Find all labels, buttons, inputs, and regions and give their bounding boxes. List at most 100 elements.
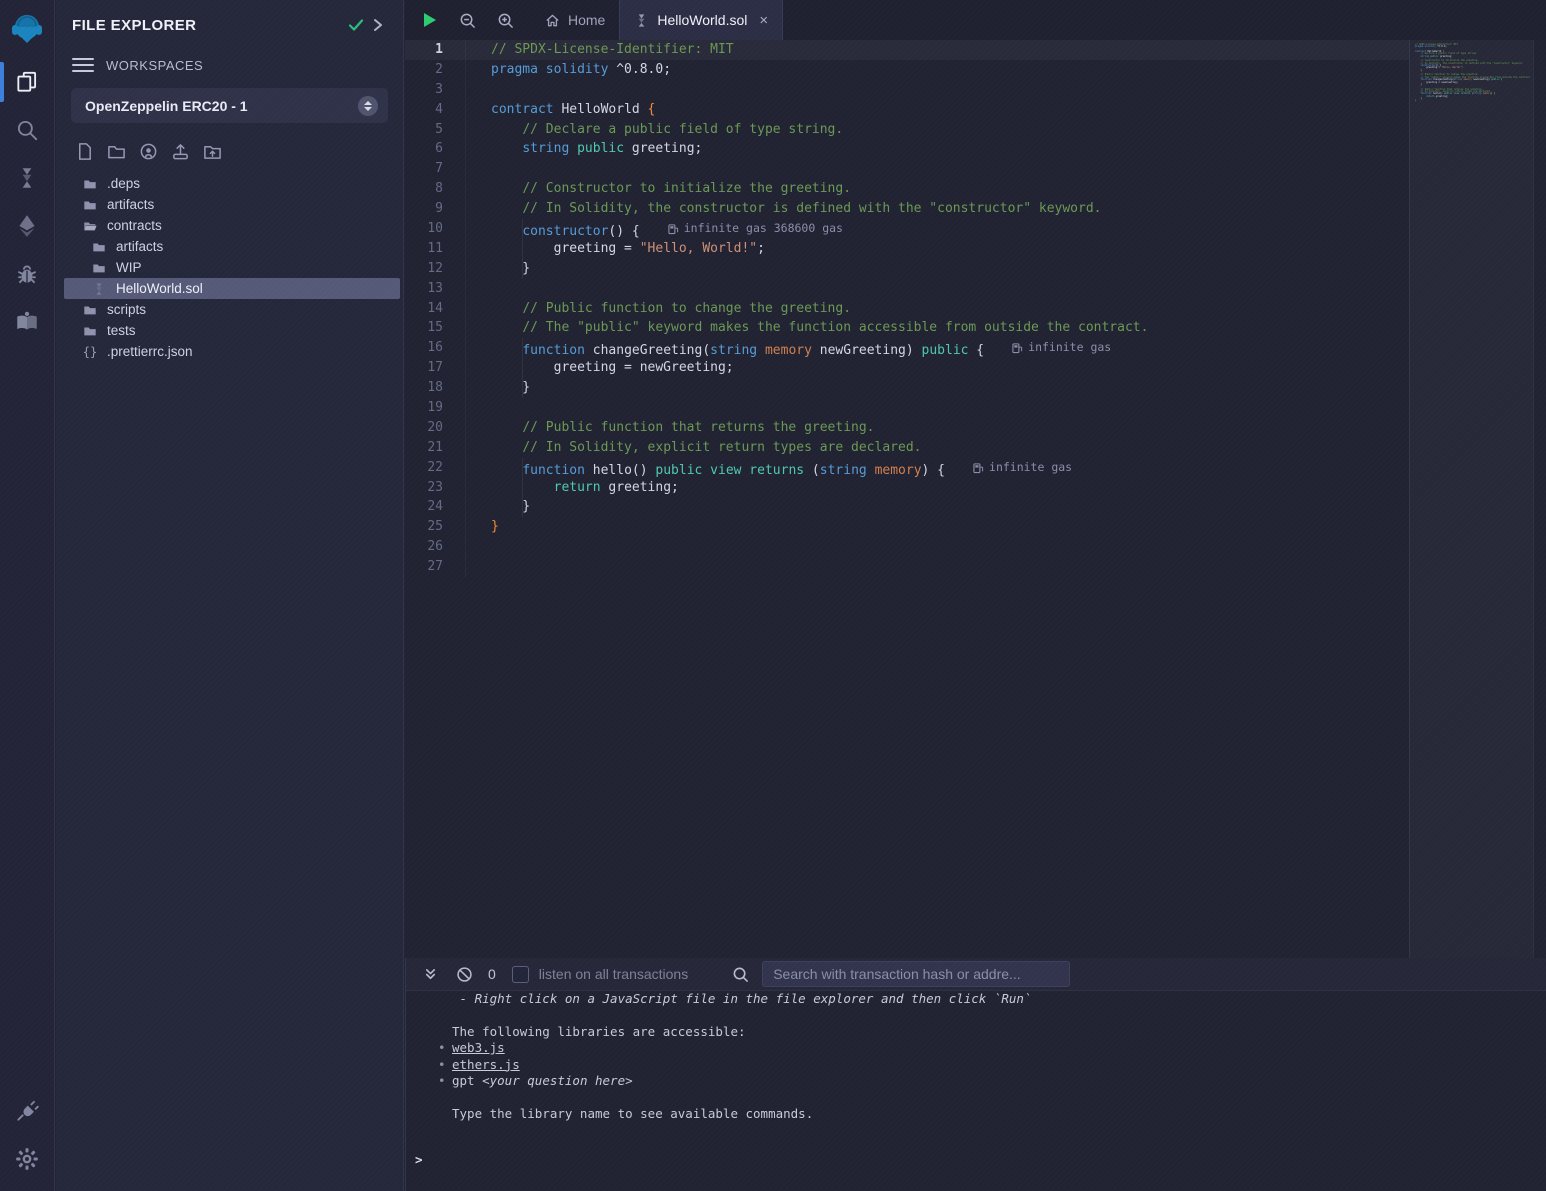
new-folder-button[interactable]	[106, 141, 126, 161]
line-number: 8	[405, 179, 465, 199]
code-line[interactable]: 20 // Public function that returns the g…	[405, 418, 1409, 438]
tree-item-tests[interactable]: tests	[64, 320, 400, 341]
code-line[interactable]: 22 function hello() public view returns …	[405, 458, 1409, 478]
zoom-out-button[interactable]	[455, 8, 479, 32]
code-line-text: pragma solidity ^0.8.0;	[465, 60, 1409, 80]
code-line[interactable]: 15 // The "public" keyword makes the fun…	[405, 318, 1409, 338]
workspace-selected-value: OpenZeppelin ERC20 - 1	[85, 98, 358, 114]
code-line[interactable]: 11 greeting = "Hello, World!";	[405, 239, 1409, 259]
tab-helloworld-sol[interactable]: HelloWorld.sol ×	[619, 0, 783, 40]
code-line[interactable]: 13	[405, 279, 1409, 299]
terminal-output[interactable]: interface - Right click on a JavaScript …	[406, 991, 1546, 1191]
code-line-text: // Public function to change the greetin…	[465, 299, 1409, 319]
workspaces-menu-button[interactable]	[72, 54, 94, 76]
terminal-collapse-button[interactable]	[418, 962, 442, 986]
terminal-line	[452, 1007, 1546, 1023]
new-file-button[interactable]	[74, 141, 94, 161]
code-line[interactable]: 17 greeting = newGreeting;	[405, 358, 1409, 378]
tree-item-label: WIP	[116, 260, 142, 275]
code-line[interactable]: 14 // Public function to change the gree…	[405, 299, 1409, 319]
code-line-text	[465, 80, 1409, 100]
tree-item--prettierrc-json[interactable]: {}.prettierrc.json	[64, 341, 400, 362]
editor-scrollbar[interactable]	[1533, 40, 1546, 958]
bullet-icon: •	[438, 1040, 446, 1056]
tree-item-contracts[interactable]: contracts	[64, 215, 400, 236]
tab-home[interactable]: Home	[531, 0, 619, 40]
panel-collapse-button[interactable]	[367, 14, 389, 36]
sidebar-item-search[interactable]	[0, 106, 55, 154]
tree-item-scripts[interactable]: scripts	[64, 299, 400, 320]
code-line[interactable]: 7	[405, 159, 1409, 179]
tree-item-helloworld-sol[interactable]: HelloWorld.sol	[64, 278, 400, 299]
code-line[interactable]: 25}	[405, 517, 1409, 537]
tab-close-icon[interactable]: ×	[759, 12, 768, 29]
code-line[interactable]: 8 // Constructor to initialize the greet…	[405, 179, 1409, 199]
code-line[interactable]: 9 // In Solidity, the constructor is def…	[405, 199, 1409, 219]
sidebar-item-solidity-compiler[interactable]	[0, 154, 55, 202]
code-area[interactable]: 1// SPDX-License-Identifier: MIT2pragma …	[405, 40, 1409, 958]
sidebar-item-learneth[interactable]	[0, 298, 55, 346]
run-script-button[interactable]	[417, 8, 441, 32]
sidebar-item-plugin-manager[interactable]	[0, 1087, 55, 1135]
tree-item-label: HelloWorld.sol	[116, 281, 203, 296]
workspace-select[interactable]: OpenZeppelin ERC20 - 1	[71, 88, 388, 123]
line-number: 15	[405, 318, 465, 338]
code-line-text	[465, 279, 1409, 299]
code-line-text: constructor() {infinite gas 368600 gas	[465, 219, 1409, 239]
code-line-text	[465, 537, 1409, 557]
code-line[interactable]: 27	[405, 557, 1409, 577]
code-line[interactable]: 2pragma solidity ^0.8.0;	[405, 60, 1409, 80]
code-line[interactable]: 1// SPDX-License-Identifier: MIT	[405, 40, 1409, 60]
github-clone-button[interactable]	[138, 141, 158, 161]
remix-logo[interactable]	[0, 0, 55, 58]
code-line[interactable]: 18 }	[405, 378, 1409, 398]
terminal-line: Type the library name to see available c…	[452, 1106, 1546, 1122]
code-line[interactable]: 21 // In Solidity, explicit return types…	[405, 438, 1409, 458]
upload-folder-button[interactable]	[202, 141, 222, 161]
workspace-ok-check[interactable]	[345, 14, 367, 36]
tree-item-label: artifacts	[116, 239, 163, 254]
code-line-text: // In Solidity, the constructor is defin…	[465, 199, 1409, 219]
chevron-right-icon	[371, 18, 385, 32]
upload-file-button[interactable]	[170, 141, 190, 161]
gas-estimate-hint: infinite gas 368600 gas	[668, 219, 843, 239]
code-line-text: // Constructor to initialize the greetin…	[465, 179, 1409, 199]
workspace-spinner-icon[interactable]	[358, 96, 378, 116]
tab-label: Home	[568, 12, 605, 28]
code-line[interactable]: 26	[405, 537, 1409, 557]
terminal-line	[452, 1089, 1546, 1105]
tree-item-label: artifacts	[107, 197, 154, 212]
code-line[interactable]: 16 function changeGreeting(string memory…	[405, 338, 1409, 358]
code-line[interactable]: 3	[405, 80, 1409, 100]
code-line[interactable]: 6 string public greeting;	[405, 139, 1409, 159]
deploy-run-icon	[14, 213, 40, 239]
settings-gear-icon	[14, 1146, 40, 1172]
tree-item-artifacts[interactable]: artifacts	[64, 194, 400, 215]
library-link[interactable]: ethers.js	[452, 1057, 520, 1072]
terminal-clear-button[interactable]	[452, 962, 476, 986]
code-line[interactable]: 5 // Declare a public field of type stri…	[405, 120, 1409, 140]
listen-transactions-checkbox[interactable]	[512, 966, 529, 983]
tree-item-wip[interactable]: WIP	[64, 257, 400, 278]
editor-minimap[interactable]: // SPDX-License-Identifier: MITpragma so…	[1409, 40, 1533, 958]
library-link[interactable]: web3.js	[452, 1040, 505, 1055]
code-line[interactable]: 24 }	[405, 497, 1409, 517]
code-line[interactable]: 23 return greeting;	[405, 478, 1409, 498]
folder-icon	[82, 176, 98, 192]
zoom-in-button[interactable]	[493, 8, 517, 32]
code-editor[interactable]: 1// SPDX-License-Identifier: MIT2pragma …	[405, 40, 1546, 958]
terminal-prompt[interactable]: >	[406, 1152, 1546, 1168]
folder-open-icon	[82, 218, 98, 234]
code-line[interactable]: 4contract HelloWorld {	[405, 100, 1409, 120]
tree-item--deps[interactable]: .deps	[64, 173, 400, 194]
sidebar-item-settings[interactable]	[0, 1135, 55, 1183]
sidebar-item-file-explorer[interactable]	[0, 58, 55, 106]
sidebar-item-debugger[interactable]	[0, 250, 55, 298]
code-line[interactable]: 10 constructor() {infinite gas 368600 ga…	[405, 219, 1409, 239]
tree-item-artifacts[interactable]: artifacts	[64, 236, 400, 257]
line-number: 25	[405, 517, 465, 537]
code-line[interactable]: 12 }	[405, 259, 1409, 279]
code-line[interactable]: 19	[405, 398, 1409, 418]
sidebar-item-deploy-run[interactable]	[0, 202, 55, 250]
terminal-search-input[interactable]	[762, 961, 1070, 987]
